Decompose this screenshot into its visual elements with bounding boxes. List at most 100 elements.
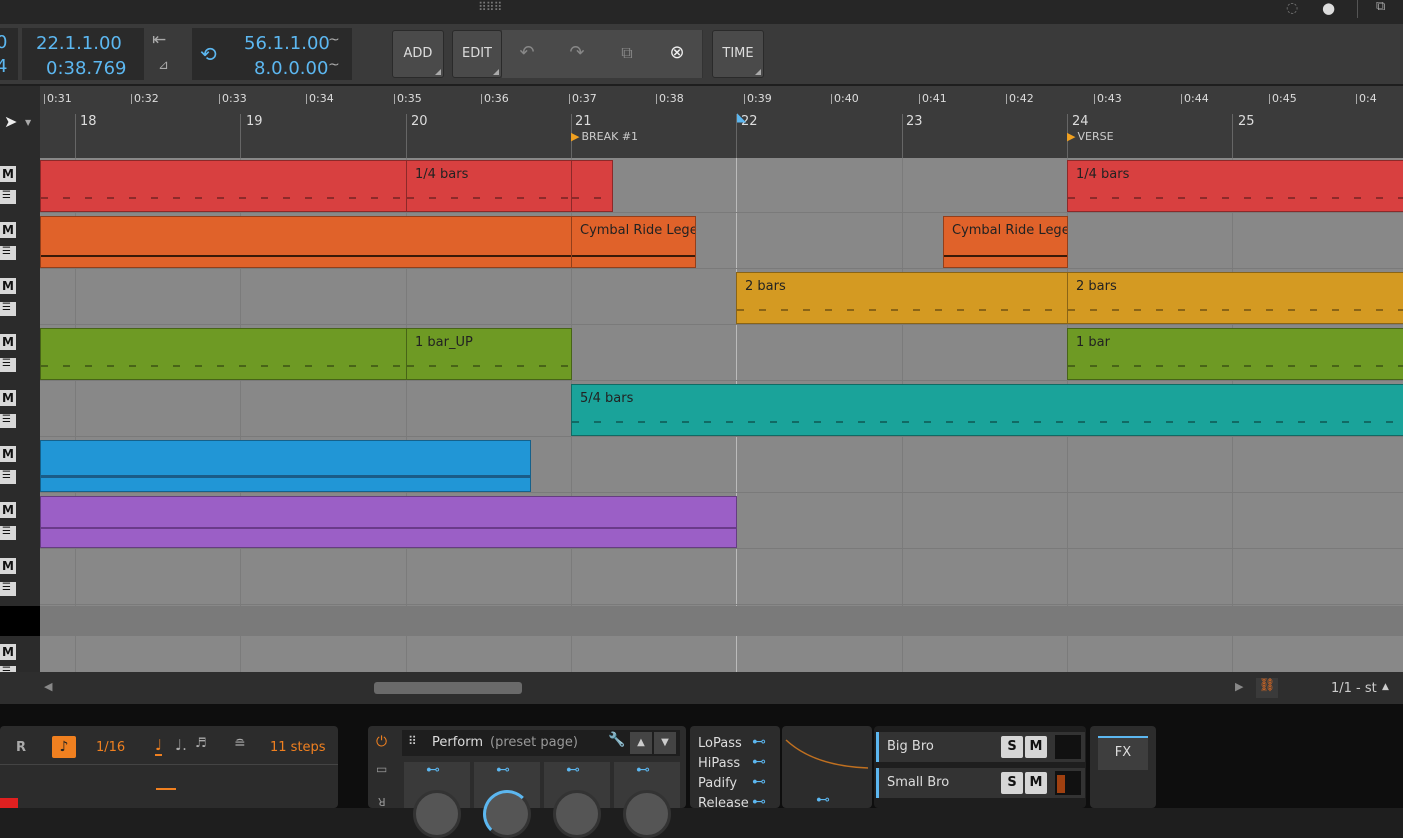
clip-audio[interactable]: Cymbal Ride Leger (571, 216, 696, 268)
clip-notes[interactable]: 1 bar (1067, 328, 1403, 380)
mute-button[interactable]: M (1025, 736, 1047, 758)
delete-icon[interactable]: ⊗ (652, 30, 703, 78)
modulation-arrow-icon[interactable]: ⊷ (426, 762, 440, 778)
menu-icon[interactable] (0, 358, 16, 372)
clip-drums[interactable] (40, 160, 407, 212)
clip-notes[interactable]: 2 bars (1067, 272, 1403, 324)
follow-icon[interactable]: ⇤ (152, 30, 166, 50)
pointer-tool-icon[interactable]: ➤ (4, 112, 17, 131)
cue-marker[interactable]: VERSE (1067, 130, 1113, 143)
modulation-arrow-icon[interactable]: ⊷ (752, 754, 766, 770)
mute-button[interactable]: M (0, 278, 16, 294)
folder-icon[interactable]: ▭ (376, 762, 387, 776)
clip-notes[interactable]: 5/4 bars (571, 384, 1403, 436)
fx-button[interactable]: FX (1098, 736, 1148, 770)
window-restore-icon[interactable]: ⧉ (1376, 0, 1385, 14)
mute-button[interactable]: M (1025, 772, 1047, 794)
track-lane[interactable] (40, 550, 1403, 605)
solo-button[interactable]: S (1001, 736, 1023, 758)
modulation-arrow-icon[interactable]: ⊷ (636, 762, 650, 778)
solo-button[interactable]: S (1001, 772, 1023, 794)
menu-icon[interactable] (0, 526, 16, 540)
menu-icon[interactable] (0, 414, 16, 428)
clip-drums[interactable] (571, 160, 613, 212)
arranger-timeline[interactable]: 1/4 bars 1/4 bars Cymbal Ride Leger Cymb… (40, 158, 1403, 672)
undo-icon[interactable]: ↶ (502, 30, 553, 78)
step-cell[interactable] (156, 788, 176, 790)
modulator-label[interactable]: Release (698, 796, 749, 811)
clip-drums[interactable]: 1/4 bars (1067, 160, 1403, 212)
layer-row[interactable]: Big Bro S M (876, 732, 1085, 762)
metronome-icon[interactable]: ⊿ (158, 58, 169, 73)
scroll-left-icon[interactable]: ◀ (44, 680, 52, 693)
page-down-icon[interactable]: ▼ (654, 732, 676, 754)
loop-icon[interactable]: ⟲ (200, 42, 217, 66)
loop-display[interactable]: ⟲ 56.1.1.00 8.0.0.00 ~ ~ (192, 28, 352, 80)
power-icon[interactable]: ⏻ (376, 734, 387, 750)
note-icon[interactable]: ♪ (52, 736, 76, 758)
copy-icon[interactable]: ⧉ (602, 30, 653, 78)
playhead-icon[interactable]: ◣ (737, 110, 746, 124)
scroll-right-icon[interactable]: ▶ (1235, 680, 1243, 693)
clip-drums[interactable]: 1/4 bars (406, 160, 572, 212)
mute-button[interactable]: M (0, 446, 16, 462)
dotted-note-icon[interactable]: ♩. (175, 736, 187, 754)
macro-knob[interactable] (623, 790, 671, 838)
clip-notes[interactable]: 2 bars (736, 272, 1068, 324)
straight-note-icon[interactable]: ♩ (155, 736, 163, 756)
wrench-icon[interactable]: 🔧 (608, 732, 625, 748)
clip-audio[interactable]: Cymbal Ride Leger (943, 216, 1068, 268)
menu-icon[interactable] (0, 470, 16, 484)
menu-icon[interactable] (0, 302, 16, 316)
link-icon[interactable]: ⛓ (1256, 678, 1278, 698)
edit-button[interactable]: EDIT (452, 30, 502, 78)
record-toggle[interactable]: R (16, 740, 26, 755)
record-dot-icon[interactable]: ● (1322, 0, 1335, 17)
envelope-display[interactable]: ⊷ (782, 726, 872, 808)
preset-selector[interactable]: ⠿ Perform (preset page) 🔧 ▲ ▼ (402, 730, 680, 756)
mute-button[interactable]: M (0, 390, 16, 406)
zoom-label[interactable]: 1/1 - st (1331, 681, 1377, 696)
clip-notes[interactable] (40, 328, 407, 380)
steps-count[interactable]: 11 steps (270, 740, 326, 755)
clip-notes[interactable]: 1 bar_UP (406, 328, 572, 380)
mute-button[interactable]: M (0, 644, 16, 660)
page-up-icon[interactable]: ▲ (630, 732, 652, 754)
mute-button[interactable]: M (0, 334, 16, 350)
macro-knob[interactable] (483, 790, 531, 838)
menu-icon[interactable] (0, 190, 16, 204)
macro-knob[interactable] (413, 790, 461, 838)
modulator-label[interactable]: HiPass (698, 756, 740, 771)
timeline-ruler[interactable]: 0:31 0:32 0:33 0:34 0:35 0:36 0:37 0:38 0:39 0:40… (40, 86, 1403, 158)
modulation-arrow-icon[interactable]: ⊷ (752, 774, 766, 790)
modulation-arrow-icon[interactable]: ⊷ (752, 734, 766, 750)
mute-button[interactable]: M (0, 558, 16, 574)
cue-marker[interactable]: BREAK #1 (571, 130, 638, 143)
modulation-arrow-icon[interactable]: ⊷ (816, 792, 830, 808)
position-display[interactable]: 22.1.1.00 0:38.769 (22, 28, 144, 80)
modulator-label[interactable]: Padify (698, 776, 737, 791)
modulation-arrow-icon[interactable]: ⊷ (496, 762, 510, 778)
modulator-label[interactable]: LoPass (698, 736, 742, 751)
track-lane[interactable] (40, 636, 1403, 672)
step-rate[interactable]: 1/16 (96, 740, 125, 755)
mute-button[interactable]: M (0, 222, 16, 238)
track-lane[interactable] (40, 606, 1403, 636)
scrollbar-thumb[interactable] (374, 682, 522, 694)
step-cell[interactable] (0, 798, 18, 808)
add-button[interactable]: ADD (392, 30, 444, 78)
clip-notes[interactable] (40, 496, 737, 548)
triplet-icon[interactable]: ♬ (195, 736, 207, 751)
menu-icon[interactable] (0, 246, 16, 260)
redo-icon[interactable]: ↷ (552, 30, 603, 78)
stack-icon[interactable]: ≘ (234, 736, 246, 752)
macro-knob[interactable] (553, 790, 601, 838)
drag-grip-icon[interactable]: ⠿⠿⠿ (478, 0, 502, 14)
clip-notes[interactable] (40, 440, 531, 492)
mute-button[interactable]: M (0, 166, 16, 182)
layer-row[interactable]: Small Bro S M (876, 768, 1085, 798)
modulation-arrow-icon[interactable]: ⊷ (566, 762, 580, 778)
menu-icon[interactable] (0, 582, 16, 596)
chevron-down-icon[interactable]: ▼ (25, 118, 31, 127)
time-button[interactable]: TIME (712, 30, 764, 78)
